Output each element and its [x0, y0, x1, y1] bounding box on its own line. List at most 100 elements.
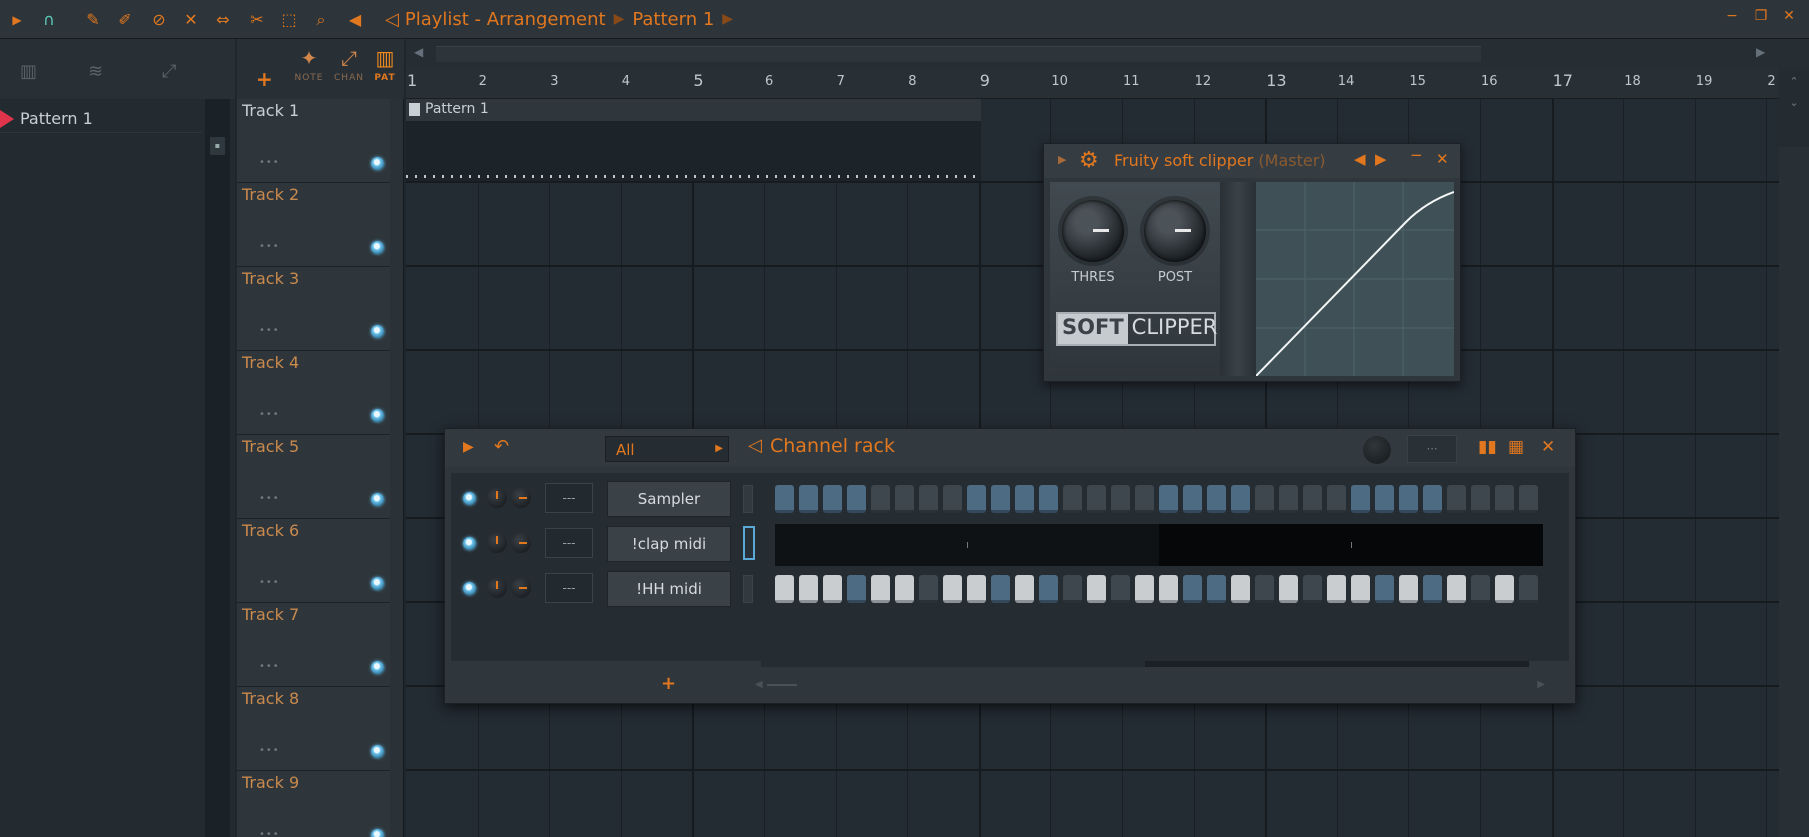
track-enable-led[interactable] — [371, 745, 384, 758]
track-options-icon[interactable]: ••• — [259, 409, 280, 420]
step-button[interactable] — [1231, 575, 1250, 603]
add-track-icon[interactable]: + — [256, 67, 273, 91]
next-preset-icon[interactable]: ▶ — [1375, 150, 1387, 168]
rack-close-icon[interactable]: ✕ — [1541, 437, 1555, 457]
step-button[interactable] — [1471, 575, 1490, 603]
rack-menu-arrow-icon[interactable]: ▶ — [463, 439, 474, 455]
step-button[interactable] — [919, 485, 938, 513]
slice-tool-icon[interactable]: ✂ — [246, 9, 268, 31]
step-button[interactable] — [895, 485, 914, 513]
breadcrumb-more-icon[interactable]: ▶ — [722, 11, 733, 27]
track-options-icon[interactable]: ••• — [259, 157, 280, 168]
channel-name-button[interactable]: !HH midi — [607, 571, 731, 607]
step-button[interactable] — [1063, 485, 1082, 513]
track-options-icon[interactable]: ••• — [259, 325, 280, 336]
track-header[interactable]: Track 5 ••• — [237, 435, 390, 519]
track-header[interactable]: Track 1 ••• — [237, 99, 390, 183]
scroll-left-icon[interactable]: ◀ — [414, 45, 423, 59]
track-header[interactable]: Track 9 ••• — [237, 771, 390, 837]
vertical-zoom[interactable]: ⌃ ⌄ — [1779, 69, 1809, 147]
step-button[interactable] — [1183, 485, 1202, 513]
step-button[interactable] — [943, 485, 962, 513]
track-header[interactable]: Track 6 ••• — [237, 519, 390, 603]
zoom-tool-icon[interactable]: ⌕ — [310, 9, 332, 31]
automation-icon[interactable]: ⤢ — [162, 61, 176, 82]
track-name[interactable]: Track 9 — [242, 773, 299, 792]
step-button[interactable] — [1279, 575, 1298, 603]
mode-note[interactable]: ✦ NOTE — [291, 43, 327, 83]
rack-scrollbar[interactable]: ◀ ▶ — [755, 679, 1545, 691]
track-splitter[interactable] — [390, 99, 404, 837]
step-sequencer-icon[interactable]: ▦ — [1508, 437, 1524, 457]
threshold-knob[interactable] — [1062, 200, 1124, 262]
plugin-close-icon[interactable]: ✕ — [1436, 150, 1449, 168]
step-button[interactable] — [1207, 575, 1226, 603]
pattern-clip-header[interactable]: Pattern 1 — [406, 99, 981, 121]
step-button[interactable] — [847, 575, 866, 603]
channel-volume-knob[interactable] — [487, 533, 507, 553]
channel-mute-led[interactable] — [463, 537, 476, 550]
mode-chan[interactable]: ⤢ CHAN — [331, 43, 367, 83]
track-name[interactable]: Track 3 — [242, 269, 299, 288]
step-button[interactable] — [1087, 575, 1106, 603]
mute-tool-icon[interactable]: ✕ — [180, 9, 202, 31]
channel-select-indicator[interactable] — [743, 575, 753, 603]
step-button[interactable] — [1495, 575, 1514, 603]
channel-mute-led[interactable] — [463, 492, 476, 505]
channel-volume-knob[interactable] — [487, 488, 507, 508]
playback-tool-icon[interactable]: ◀ — [344, 9, 366, 31]
step-button[interactable] — [1087, 485, 1106, 513]
track-name[interactable]: Track 1 — [242, 101, 299, 120]
track-header[interactable]: Track 3 ••• — [237, 267, 390, 351]
piano-roll-preview[interactable] — [775, 524, 1543, 566]
swing-knob[interactable] — [1363, 436, 1391, 464]
track-header[interactable]: Track 4 ••• — [237, 351, 390, 435]
zoom-down-icon[interactable]: ⌄ — [1779, 88, 1809, 109]
step-button[interactable] — [1255, 485, 1274, 513]
step-button[interactable] — [991, 485, 1010, 513]
track-options-icon[interactable]: ••• — [259, 745, 280, 756]
track-options-icon[interactable]: ••• — [259, 577, 280, 588]
mixer-target-field[interactable]: --- — [545, 573, 593, 603]
maximize-icon[interactable]: ❐ — [1752, 8, 1770, 24]
step-button[interactable] — [895, 575, 914, 603]
step-button[interactable] — [1447, 485, 1466, 513]
step-button[interactable] — [967, 485, 986, 513]
step-button[interactable] — [1351, 485, 1370, 513]
timeline-ruler[interactable]: 1 2 3 4 5 6 7 8 9 10 11 12 13 14 15 16 17 18 19 2 — [406, 69, 1779, 99]
step-button[interactable] — [967, 575, 986, 603]
track-header[interactable]: Track 7 ••• — [237, 603, 390, 687]
track-enable-led[interactable] — [371, 493, 384, 506]
channel-select-indicator[interactable] — [743, 485, 753, 513]
channel-pan-knob[interactable] — [511, 533, 531, 553]
step-button[interactable] — [1327, 485, 1346, 513]
step-button[interactable] — [1399, 485, 1418, 513]
graph-editor-icon[interactable]: ▮▮ — [1478, 437, 1497, 457]
plugin-menu-arrow-icon[interactable]: ▶ — [1058, 153, 1066, 166]
picker-scrollbar[interactable]: ▪ — [205, 99, 230, 837]
rack-scroll-thumb[interactable] — [767, 684, 797, 686]
step-button[interactable] — [1159, 485, 1178, 513]
track-name[interactable]: Track 4 — [242, 353, 299, 372]
track-options-icon[interactable]: ••• — [259, 829, 280, 837]
mode-pat[interactable]: ▥ PAT — [367, 43, 403, 83]
right-scroll-strip[interactable]: ⌃ ⌄ — [1779, 69, 1809, 837]
step-button[interactable] — [1015, 485, 1034, 513]
pencil-icon[interactable]: ✎ — [82, 9, 104, 31]
step-button[interactable] — [823, 575, 842, 603]
add-channel-icon[interactable]: + — [661, 673, 676, 694]
step-button[interactable] — [1207, 485, 1226, 513]
track-enable-led[interactable] — [371, 241, 384, 254]
step-button[interactable] — [775, 575, 794, 603]
channel-pan-knob[interactable] — [511, 578, 531, 598]
channel-pan-knob[interactable] — [511, 488, 531, 508]
step-button[interactable] — [1039, 485, 1058, 513]
step-button[interactable] — [1375, 575, 1394, 603]
channel-volume-knob[interactable] — [487, 578, 507, 598]
step-button[interactable] — [991, 575, 1010, 603]
step-button[interactable] — [1423, 485, 1442, 513]
step-button[interactable] — [1303, 485, 1322, 513]
step-button[interactable] — [1159, 575, 1178, 603]
step-button[interactable] — [1111, 575, 1130, 603]
track-name[interactable]: Track 2 — [242, 185, 299, 204]
